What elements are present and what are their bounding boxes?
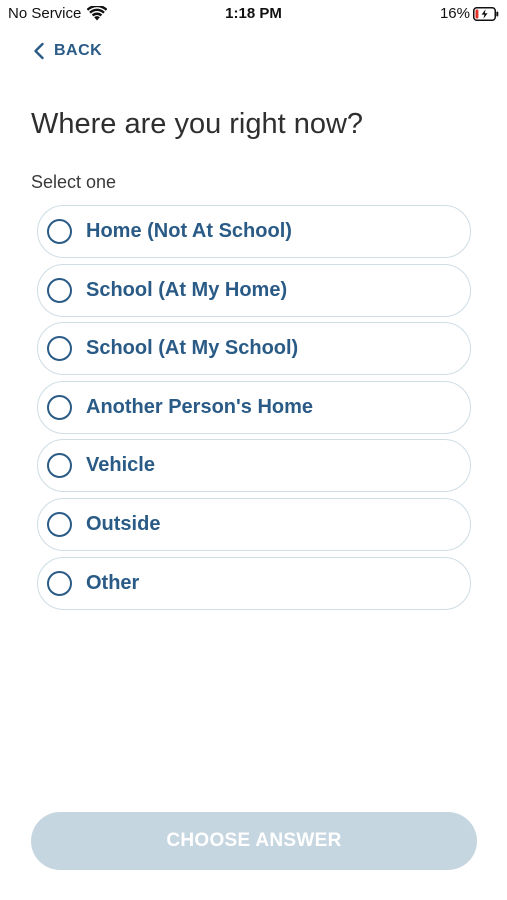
option-label: School (At My Home) [86,278,288,301]
option-school-at-my-school[interactable]: School (At My School) [37,322,471,376]
back-label: BACK [54,42,103,59]
option-label: Other [86,571,140,594]
option-home-not-at-school[interactable]: Home (Not At School) [37,205,471,258]
battery-charging-icon [473,6,499,21]
chevron-left-icon [32,42,46,60]
options-list: Home (Not At School) School (At My Home)… [37,205,471,615]
helper-text: Select one [31,172,117,192]
option-label: Home (Not At School) [86,220,292,242]
status-time: 1:18 PM [225,5,282,22]
radio-icon[interactable] [47,277,72,303]
radio-icon[interactable] [47,453,72,479]
radio-icon[interactable] [47,219,72,244]
option-outside[interactable]: Outside [37,497,471,551]
option-vehicle[interactable]: Vehicle [37,439,471,493]
radio-icon[interactable] [47,336,72,362]
option-label: Vehicle [86,454,155,477]
radio-icon[interactable] [47,570,72,596]
radio-icon[interactable] [47,394,72,420]
back-button[interactable]: BACK [32,42,102,60]
option-label: Outside [86,512,161,535]
screen: No Service 1:18 PM 16% BACK Where are yo… [0,0,507,900]
battery-group: 16% [440,5,499,22]
option-another-persons-home[interactable]: Another Person's Home [37,380,471,434]
option-label: Another Person's Home [86,395,314,418]
option-other[interactable]: Other [37,556,471,610]
battery-percent: 16% [439,5,470,22]
choose-answer-button[interactable]: CHOOSE ANSWER [31,812,477,870]
status-bar: No Service 1:18 PM 16% [0,0,507,28]
radio-icon[interactable] [47,511,72,537]
option-label: School (At My School) [86,337,299,360]
page-title: Where are you right now? [31,108,364,140]
option-school-at-my-home[interactable]: School (At My Home) [37,263,471,317]
